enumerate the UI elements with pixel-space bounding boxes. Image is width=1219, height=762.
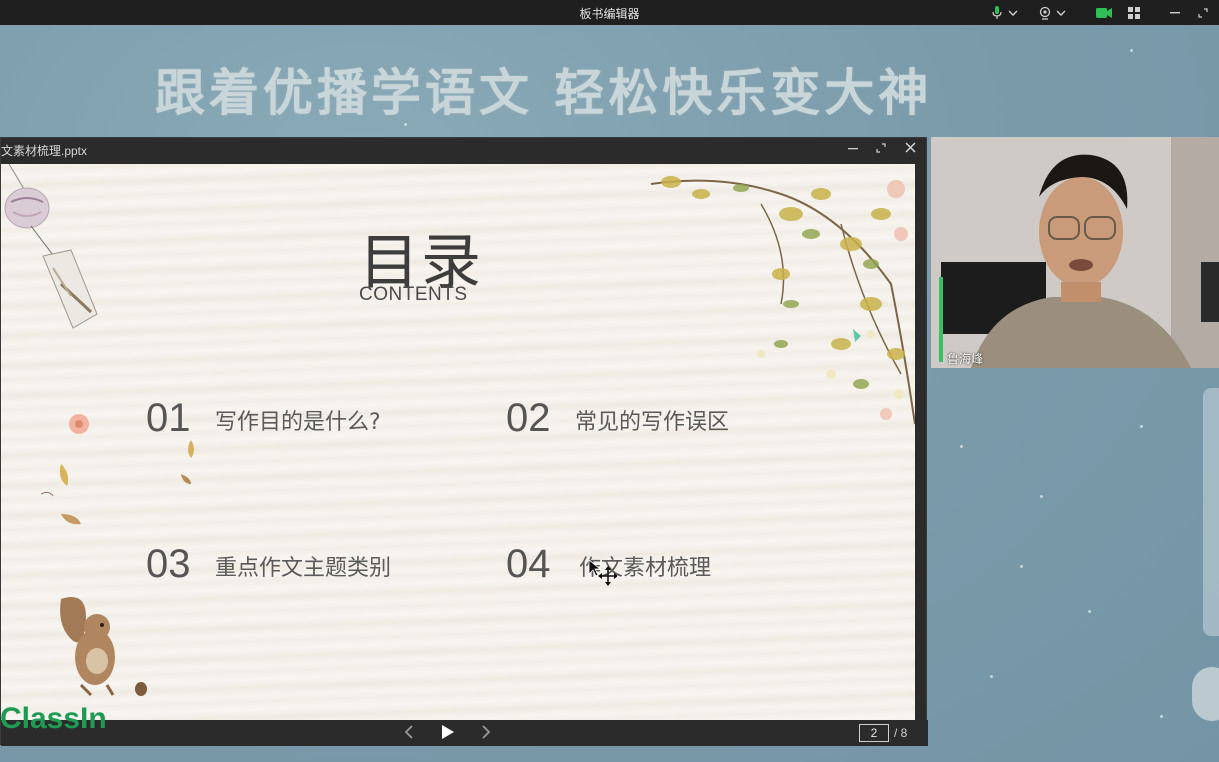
decor-dot bbox=[990, 675, 993, 678]
restore-icon[interactable] bbox=[1196, 4, 1210, 21]
pptx-filename: 文素材梳理.pptx bbox=[1, 144, 88, 158]
decor-dot bbox=[1140, 425, 1143, 428]
teacher-video-image bbox=[931, 137, 1219, 368]
slide-nav-bar: 2 / 8 bbox=[1, 720, 928, 746]
toc-number: 03 bbox=[146, 542, 191, 586]
toc-item: 常见的写作误区 bbox=[575, 410, 730, 435]
teacher-video-feed[interactable]: 鲁海峰 bbox=[931, 137, 1219, 368]
decor-dot bbox=[404, 123, 407, 126]
slide-canvas[interactable]: 目录 CONTENTS 01 写作目的是什么? 02 常见的写作误区 03 重点… bbox=[1, 164, 915, 720]
page-total: / 8 bbox=[894, 726, 908, 740]
toc-number: 02 bbox=[506, 396, 551, 440]
minimize-icon[interactable] bbox=[845, 141, 861, 156]
minimize-icon[interactable] bbox=[1168, 4, 1182, 21]
video-camera-icon[interactable] bbox=[1095, 4, 1113, 21]
decor-dot bbox=[1020, 565, 1023, 568]
decor-dot bbox=[960, 445, 963, 448]
toc-number: 04 bbox=[506, 542, 551, 586]
decor-dot bbox=[1130, 49, 1133, 52]
chevron-down-icon[interactable] bbox=[1007, 4, 1019, 21]
title-bar: 板书编辑器 bbox=[0, 0, 1219, 25]
chevron-down-icon[interactable] bbox=[1055, 4, 1067, 21]
teacher-name: 鲁海峰 bbox=[947, 352, 984, 366]
next-slide-icon[interactable] bbox=[481, 724, 491, 745]
slide-title-en: CONTENTS bbox=[359, 284, 468, 305]
webcam-icon[interactable] bbox=[1038, 4, 1052, 21]
close-icon[interactable] bbox=[902, 141, 918, 156]
play-icon[interactable] bbox=[441, 724, 455, 745]
decor-dot bbox=[1160, 715, 1163, 718]
banner-slogan: 跟着优播学语文 轻松快乐变大神 bbox=[155, 63, 933, 122]
decor-dot bbox=[1088, 610, 1091, 613]
toc-number: 01 bbox=[146, 396, 191, 440]
microphone-icon[interactable] bbox=[990, 4, 1004, 21]
decor-dot bbox=[1040, 495, 1043, 498]
expand-icon[interactable] bbox=[873, 141, 889, 156]
side-toolbar[interactable] bbox=[1203, 388, 1219, 636]
squirrel-illustration bbox=[60, 597, 147, 697]
cursor-move-icon bbox=[588, 559, 617, 586]
window-title: 板书编辑器 bbox=[579, 7, 640, 21]
pptx-viewer-window[interactable]: 文素材梳理.pptx 目录 CONTENTS 01 写作目的是什么? 02 常见… bbox=[0, 137, 928, 746]
toc-item: 写作目的是什么? bbox=[215, 410, 381, 435]
floating-action-button[interactable] bbox=[1192, 667, 1219, 721]
classin-logo: ClassIn bbox=[0, 702, 107, 735]
previous-slide-icon[interactable] bbox=[404, 724, 414, 745]
toc-item: 重点作文主题类别 bbox=[215, 556, 392, 581]
grid-icon[interactable] bbox=[1127, 4, 1141, 21]
wind-chime-illustration bbox=[4, 164, 98, 329]
page-number-input[interactable]: 2 bbox=[859, 724, 889, 742]
